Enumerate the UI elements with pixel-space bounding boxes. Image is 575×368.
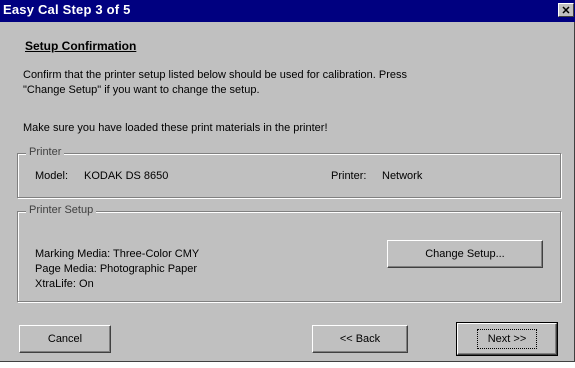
printer-port-value: Network [382,170,423,182]
marking-media-text: Marking Media: Three-Color CMY [35,248,200,260]
page-heading: Setup Confirmation [25,39,137,53]
back-button[interactable]: << Back [312,325,408,353]
instructions-line-2: "Change Setup" if you want to change the… [23,84,260,96]
model-label: Model: [35,170,69,182]
next-button[interactable]: Next >> [456,322,558,356]
close-button[interactable]: ✕ [558,3,574,17]
window-title: Easy Cal Step 3 of 5 [3,2,131,17]
materials-notice: Make sure you have loaded these print ma… [23,122,328,134]
title-bar[interactable]: Easy Cal Step 3 of 5 ✕ [0,0,575,22]
easy-cal-dialog: Easy Cal Step 3 of 5 ✕ Setup Confirmatio… [0,0,575,362]
change-setup-button[interactable]: Change Setup... [387,240,543,268]
back-label: << Back [339,333,381,345]
printer-groupbox: Printer Model: KODAK DS 8650 Printer: Ne… [17,146,561,198]
printer-setup-groupbox: Printer Setup Marking Media: Three-Color… [17,204,561,302]
close-icon: ✕ [561,5,571,17]
instructions-text: Confirm that the printer setup listed be… [23,68,568,98]
page-media-text: Page Media: Photographic Paper [35,263,198,275]
next-label: Next >> [476,329,538,349]
cancel-label: Cancel [47,333,83,345]
model-value: KODAK DS 8650 [84,170,169,182]
printer-group-label: Printer [26,146,65,158]
change-setup-label: Change Setup... [425,248,505,260]
printer-port-label: Printer: [331,170,367,182]
printer-setup-group-label: Printer Setup [26,204,97,216]
cancel-button[interactable]: Cancel [19,325,111,353]
xtralife-text: XtraLife: On [35,278,94,290]
instructions-line-1: Confirm that the printer setup listed be… [23,69,407,81]
